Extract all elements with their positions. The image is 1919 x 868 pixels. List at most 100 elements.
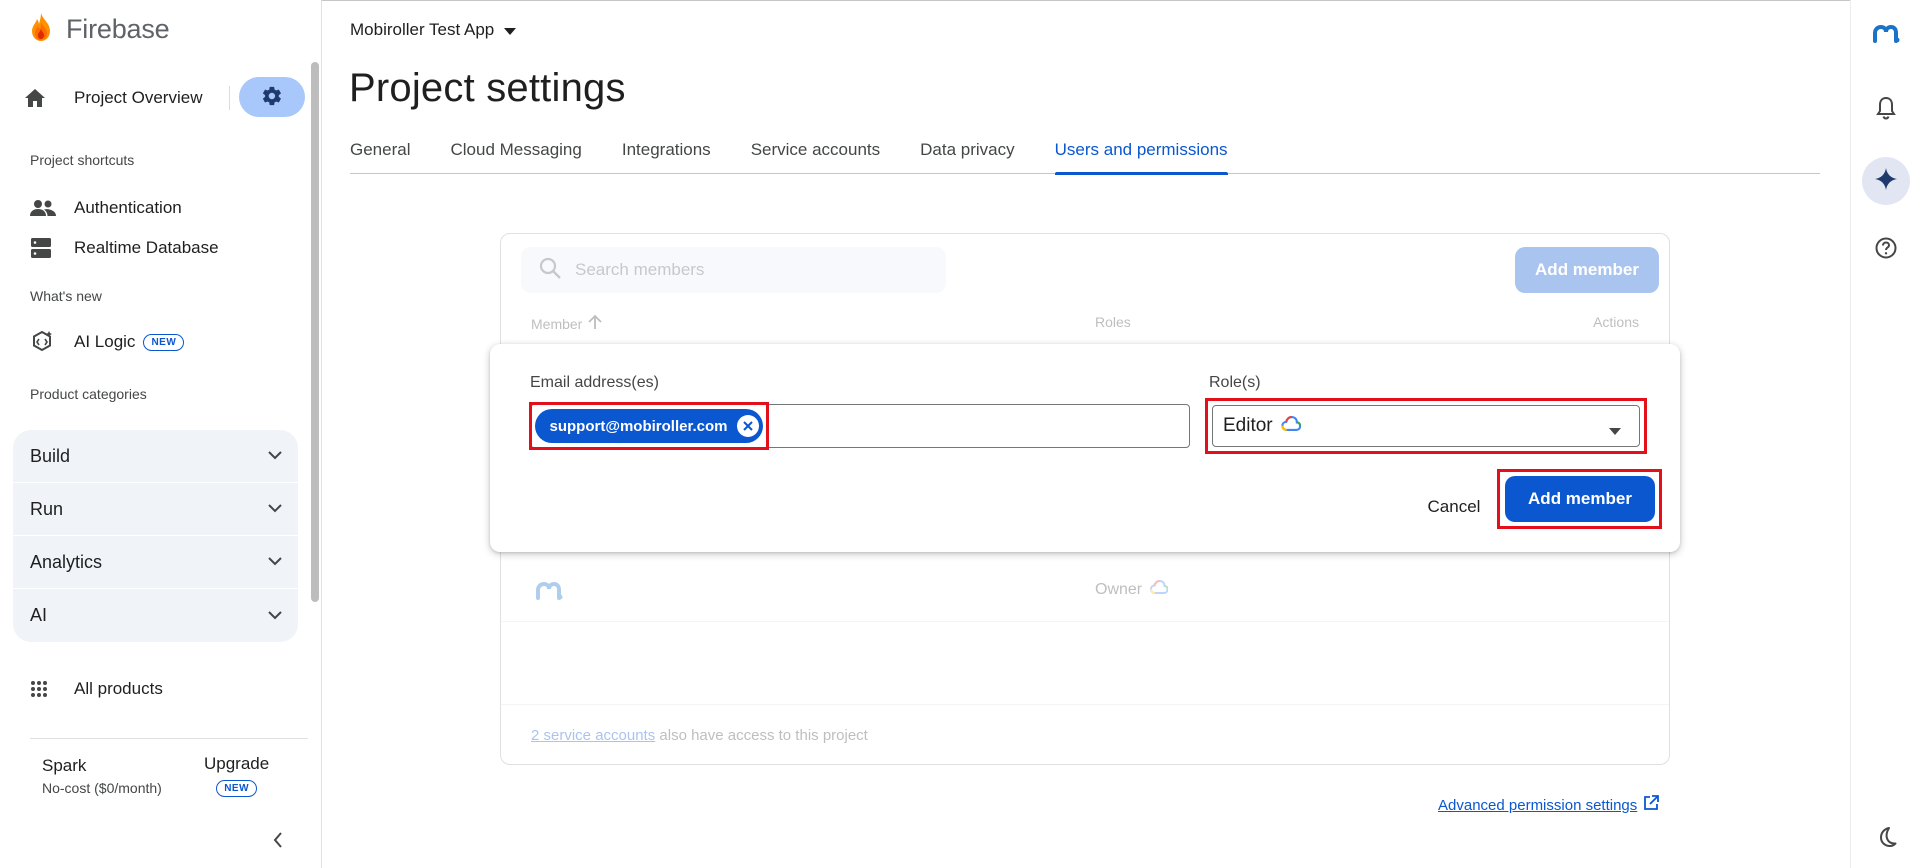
settings-tabs: General Cloud Messaging Integrations Ser… (350, 126, 1820, 175)
category-label: Run (30, 498, 64, 519)
gemini-button[interactable] (1862, 157, 1910, 205)
chevron-down-icon (268, 607, 282, 625)
sidebar-item-authentication[interactable]: Authentication (30, 190, 300, 226)
divider (229, 86, 230, 110)
help-icon (1874, 236, 1898, 265)
plan-name: Spark (42, 756, 87, 775)
category-label: Build (30, 445, 71, 466)
category-label: AI (30, 605, 48, 625)
owner-role: Owner (1095, 579, 1169, 599)
category-analytics[interactable]: Analytics (13, 536, 298, 589)
chip-label: support@mobiroller.com (549, 417, 728, 435)
column-header-roles: Roles (1095, 314, 1131, 330)
email-chip-highlight: support@mobiroller.com (529, 402, 769, 450)
help-button[interactable] (1862, 226, 1910, 274)
tab-data-privacy[interactable]: Data privacy (920, 126, 1014, 174)
category-run[interactable]: Run (13, 483, 298, 536)
collapse-sidebar-button[interactable] (266, 830, 290, 854)
database-icon (30, 237, 58, 259)
project-overview-row: Project Overview (24, 76, 306, 120)
sidebar-item-all-products[interactable]: All products (30, 671, 300, 707)
column-label: Member (531, 315, 583, 332)
category-build[interactable]: Build (13, 430, 298, 483)
tab-general[interactable]: General (350, 126, 410, 174)
moon-icon (1875, 826, 1897, 853)
product-categories: Build Run Analytics AI (13, 430, 298, 642)
add-member-dialog: Email address(es) support@mobiroller.com… (490, 344, 1680, 552)
mobiroller-logo-icon (535, 581, 563, 605)
notifications-button[interactable] (1862, 86, 1910, 134)
add-member-button[interactable]: Add member (1505, 476, 1655, 522)
chevron-left-icon (273, 831, 283, 853)
plan-info: Spark No-cost ($0/month) (42, 756, 162, 796)
caret-down-icon (504, 20, 517, 40)
open-in-new-icon (1643, 795, 1660, 815)
column-header-member[interactable]: Member (531, 314, 602, 333)
project-settings-button[interactable] (239, 77, 305, 117)
divider (501, 704, 1669, 705)
search-icon (539, 257, 561, 284)
brand[interactable]: Firebase (30, 12, 170, 47)
tab-cloud-messaging[interactable]: Cloud Messaging (450, 126, 581, 174)
project-overview-link[interactable]: Project Overview (74, 88, 202, 108)
caret-down-icon (1609, 422, 1621, 440)
category-label: Analytics (30, 551, 103, 572)
sidebar-item-label: Authentication (74, 198, 182, 217)
search-members[interactable] (521, 247, 946, 293)
project-picker[interactable]: Mobiroller Test App (350, 20, 517, 40)
add-member-highlight: Add member (1497, 469, 1662, 529)
sidebar-item-label: AI Logic (74, 332, 136, 351)
plan-cost: No-cost ($0/month) (42, 780, 162, 796)
shortcuts-heading: Project shortcuts (30, 152, 135, 168)
chevron-down-icon (268, 500, 282, 518)
close-icon[interactable] (737, 415, 760, 437)
firebase-logo-icon (30, 12, 52, 47)
sidebar-item-ai-logic[interactable]: AI Logic NEW (30, 324, 300, 360)
upgrade-button[interactable]: Upgrade NEW (204, 754, 269, 797)
account-button[interactable] (1862, 12, 1910, 60)
theme-toggle-button[interactable] (1862, 815, 1910, 863)
advanced-permission-settings-link[interactable]: Advanced permission settings (1438, 795, 1660, 815)
tab-service-accounts[interactable]: Service accounts (751, 126, 880, 174)
search-input[interactable] (575, 260, 915, 280)
chevron-down-icon (268, 553, 282, 571)
cancel-button[interactable]: Cancel (1410, 485, 1498, 529)
table-row: Owner (501, 560, 1669, 622)
project-name: Mobiroller Test App (350, 20, 495, 39)
column-header-actions: Actions (1593, 314, 1639, 330)
tab-users-and-permissions[interactable]: Users and permissions (1054, 126, 1228, 175)
sidebar-item-realtime-database[interactable]: Realtime Database (30, 230, 300, 266)
link-label: Advanced permission settings (1438, 796, 1638, 814)
people-icon (30, 199, 58, 217)
sparkle-icon (1874, 167, 1898, 196)
brand-name: Firebase (66, 14, 170, 44)
role-value: Editor (1223, 415, 1273, 436)
role-label: Role(s) (1209, 374, 1261, 391)
email-chip[interactable]: support@mobiroller.com (534, 409, 764, 443)
google-cloud-icon (1280, 415, 1301, 436)
sidebar-item-label: All products (74, 679, 163, 698)
categories-heading: Product categories (30, 386, 147, 402)
service-accounts-link[interactable]: 2 service accounts (531, 727, 655, 744)
gear-icon (261, 85, 283, 110)
page-title: Project settings (349, 66, 626, 110)
home-icon[interactable] (24, 88, 60, 108)
new-badge: NEW (143, 333, 185, 351)
role-label: Owner (1095, 580, 1143, 598)
bell-icon (1876, 96, 1896, 125)
role-select-highlight: Editor (1205, 398, 1647, 454)
email-label: Email address(es) (530, 374, 659, 391)
chevron-down-icon (268, 447, 282, 465)
whats-new-heading: What's new (30, 288, 102, 304)
sidebar-scrollbar[interactable] (311, 62, 319, 602)
divider (30, 738, 308, 739)
add-member-top-button[interactable]: Add member (1515, 247, 1659, 293)
arrow-up-icon (588, 314, 602, 333)
tab-integrations[interactable]: Integrations (622, 126, 711, 174)
category-ai[interactable]: AI (13, 589, 298, 642)
right-rail (1850, 0, 1919, 868)
apps-grid-icon (30, 680, 58, 698)
role-select[interactable]: Editor (1212, 405, 1640, 447)
service-accounts-note: 2 service accounts also have access to t… (531, 727, 868, 744)
note-text: also have access to this project (655, 727, 868, 744)
